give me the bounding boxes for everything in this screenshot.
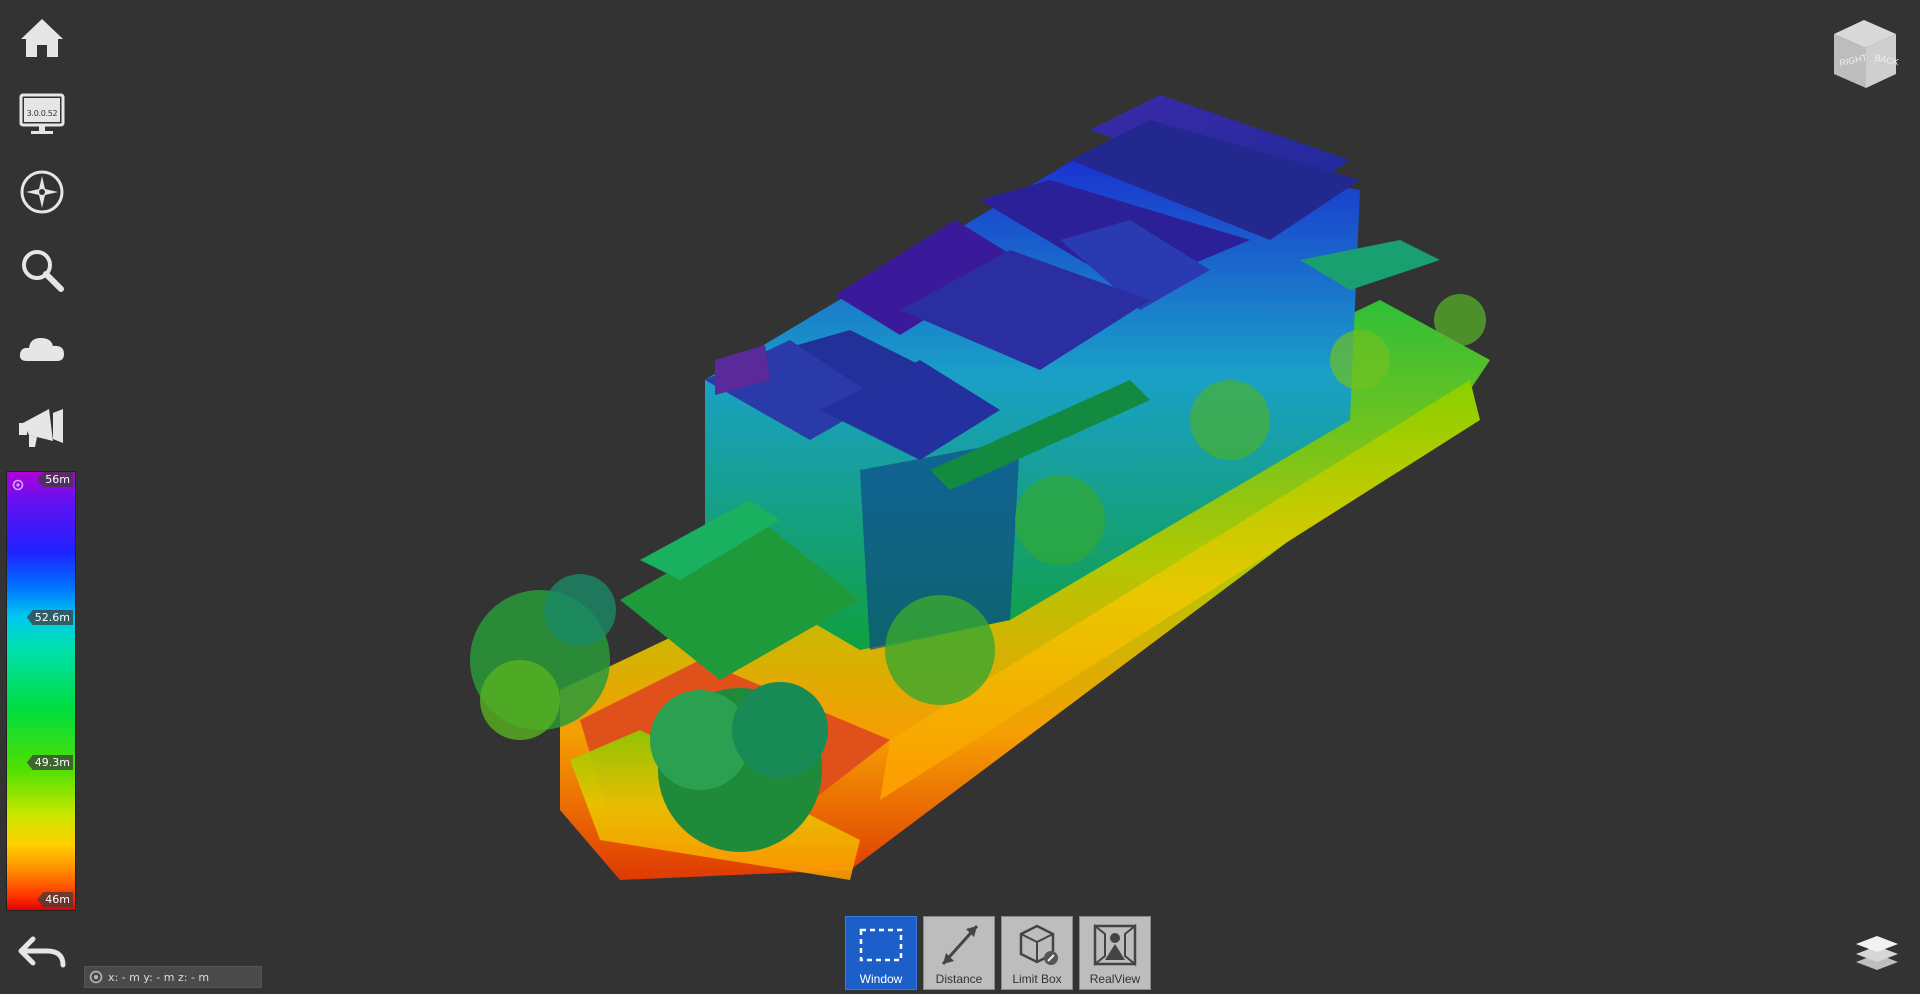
limit-box-tool-label: Limit Box (1012, 972, 1062, 986)
coordinate-readout: x: - m y: - m z: - m (84, 966, 262, 988)
search-icon (22, 250, 64, 292)
navigation-button[interactable] (14, 164, 70, 220)
monitor-button[interactable]: 3.0.0.52 (14, 86, 70, 142)
layers-icon (1856, 936, 1898, 970)
left-toolbar: 3.0.0.52 56m 52.6m 49.3m 46m (0, 0, 84, 994)
distance-tool-label: Distance (935, 972, 983, 986)
view-cube-icon: RIGHT BACK (1834, 20, 1900, 88)
coordinate-text: x: - m y: - m z: - m (108, 970, 210, 984)
home-button[interactable] (14, 10, 70, 66)
megaphone-icon (19, 409, 63, 447)
home-icon (21, 19, 63, 57)
gear-icon[interactable] (11, 478, 25, 492)
scale-max-label: 56m (37, 472, 73, 487)
view-cube[interactable]: RIGHT BACK (1826, 12, 1902, 94)
realview-tool-label: RealView (1089, 972, 1141, 986)
scale-lower-label: 49.3m (26, 755, 73, 770)
cloud-icon (19, 338, 64, 361)
undo-arrow-icon (18, 936, 66, 968)
announce-button[interactable] (14, 398, 70, 454)
measure-distance-icon (941, 924, 979, 966)
limit-box-icon (1019, 924, 1058, 965)
measurement-toolbar: Window Distance Limit Box RealView (845, 916, 1151, 990)
selection-window-icon (859, 928, 903, 962)
scale-min-label: 46m (37, 892, 73, 907)
point-cloud-viewport[interactable] (0, 0, 1920, 994)
distance-tool-button[interactable]: Distance (923, 916, 995, 990)
undo-button[interactable] (14, 924, 70, 980)
target-icon (89, 970, 103, 984)
window-tool-button[interactable]: Window (845, 916, 917, 990)
search-button[interactable] (14, 242, 70, 298)
compass-icon (20, 170, 64, 214)
monitor-version-label: 3.0.0.52 (26, 109, 58, 118)
scale-upper-label: 52.6m (26, 610, 73, 625)
layers-button[interactable] (1852, 932, 1902, 972)
limit-box-tool-button[interactable]: Limit Box (1001, 916, 1073, 990)
cloud-button[interactable] (14, 322, 70, 378)
realview-tool-button[interactable]: RealView (1079, 916, 1151, 990)
building-point-cloud (470, 95, 1490, 880)
elevation-color-scale[interactable]: 56m 52.6m 49.3m 46m (6, 471, 76, 911)
window-tool-label: Window (859, 972, 903, 986)
realview-icon (1093, 923, 1137, 967)
